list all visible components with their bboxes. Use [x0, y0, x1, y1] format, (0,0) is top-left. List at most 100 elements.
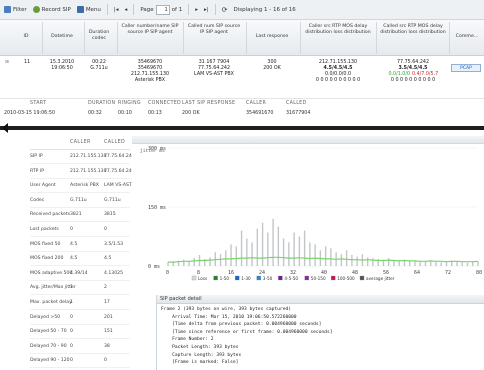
stats-row-caller: 212.71.155.130 — [70, 168, 107, 174]
packet-detail-line: Frame 2 (393 bytes on wire, 393 bytes ca… — [161, 307, 291, 312]
col-duration[interactable]: Duration codec — [86, 30, 112, 42]
filter-icon — [4, 6, 11, 13]
panel-splitter[interactable] — [0, 126, 484, 130]
summary-col-last-sip: LAST SIP RESPONSE — [182, 101, 236, 106]
stats-row: Max. packet delay 1 17 — [30, 296, 130, 310]
col-called-mos[interactable]: Called src RTP MOS delay distribution lo… — [380, 24, 446, 36]
chart-average-line — [168, 256, 479, 263]
table-row[interactable]: ⊞ 11 15.3.2010 19:06:50 00:22 G.711u 354… — [0, 57, 484, 99]
page-label: Page — [140, 6, 154, 13]
col-datetime[interactable]: Datetime — [46, 34, 78, 40]
stats-row: Delayed 70 - 90 0 38 — [30, 340, 130, 354]
packet-detail-line: Capture Length: 393 bytes — [161, 352, 242, 358]
stats-row: Avg. jitter/Max jitter 1 2 — [30, 281, 130, 296]
stats-row-label: Received packets — [30, 212, 71, 218]
stats-row-called: 3.5/1.53 — [104, 241, 124, 247]
packet-detail-line: [Time delta from previous packet: 0.0049… — [161, 322, 322, 328]
rtp-stats-header: CALLER CALLED — [30, 136, 130, 150]
stats-row-called: 77.75.64.242 — [104, 168, 135, 174]
stats-row-label: Delayed 70 - 90 — [30, 343, 67, 349]
record-sip-button[interactable]: Record SIP — [32, 6, 71, 13]
first-page-button[interactable]: |◂ — [114, 7, 119, 13]
summary-ringing: 00:10 — [118, 111, 132, 116]
stats-row-called: 4.5 — [104, 256, 112, 262]
stats-row-caller: 4.39/14 — [70, 270, 88, 276]
stats-row: Received packets 3821 3815 — [30, 208, 130, 223]
chart-legend-label: 1-50 — [220, 276, 230, 281]
stats-row: MOS fixed 50 4.5 3.5/1.53 — [30, 238, 130, 252]
stats-row: Codec G.711u G.711u — [30, 194, 130, 208]
chart-y-tick-label: 0 ms — [148, 264, 160, 270]
chart-x-tick-label: 72 — [445, 270, 451, 276]
chart-legend-label: Loss — [198, 276, 207, 281]
summary-connected: 00:13 — [148, 111, 162, 116]
col-last-response[interactable]: Last response — [250, 34, 294, 40]
stats-row-caller: 4.5 — [70, 256, 78, 262]
stats-row: Delayed 90 - 120 0 0 — [30, 354, 130, 369]
next-page-button[interactable]: ▸ — [195, 7, 198, 13]
chart-x-tick-label: 80 — [476, 270, 482, 276]
row-called-agent: LAM VS-AST PBX — [194, 72, 234, 77]
chart-legend-swatch — [278, 275, 283, 281]
stats-row-called: 201 — [104, 314, 113, 320]
page-input[interactable]: 1 — [155, 4, 170, 15]
packet-detail-line: Packet Length: 393 bytes — [161, 345, 239, 350]
col-id[interactable]: ID — [18, 34, 34, 40]
menu-button[interactable]: Menu — [76, 6, 101, 13]
row-codec: G.711u — [90, 66, 108, 71]
row-called-loss: 0 0 0 0 0 0 0 0 0 0 — [390, 78, 436, 83]
collapse-arrow-icon[interactable] — [2, 123, 8, 133]
rtp-stats-panel: CALLER CALLED SIP IP 212.71.155.130 77.75.… — [30, 136, 142, 370]
col-caller[interactable]: Caller number/name SIP source IP SIP age… — [120, 24, 180, 36]
stats-row-called: 17 — [104, 300, 110, 305]
row-time: 19:06:50 — [51, 66, 73, 71]
menu-label: Menu — [85, 6, 101, 13]
summary-duration: 00:32 — [88, 111, 102, 116]
stats-row-label: RTP IP — [30, 168, 45, 174]
filter-label: Filter — [13, 6, 27, 13]
chart-legend-label: average jitter — [366, 276, 395, 281]
stats-col-called: CALLED — [104, 140, 126, 145]
chart-legend-label: 100-500 — [337, 276, 355, 281]
toolbar-divider — [106, 4, 108, 15]
stats-row-label: Codec — [30, 197, 45, 203]
summary-col-start: START — [30, 101, 47, 106]
packet-detail-line: Frame Number: 2 — [161, 337, 214, 343]
prev-page-button[interactable]: ◂ — [125, 7, 128, 13]
stats-row-caller: 1 — [70, 300, 73, 305]
stats-row: Delayed >50 0 201 — [30, 311, 130, 325]
stats-row: MOS adaptive 500 4.39/14 4.13025 — [30, 267, 130, 281]
summary-start: 2010-03-15 19:06:50 — [4, 111, 55, 116]
last-page-button[interactable]: ▸| — [204, 7, 209, 13]
chart-legend-swatch — [235, 275, 240, 281]
col-comment[interactable]: Comme... — [451, 34, 483, 40]
chart-legend-swatch — [213, 275, 218, 281]
col-caller-mos[interactable]: Caller src RTP MOS delay distribution lo… — [304, 24, 372, 36]
chart-legend-swatch — [359, 275, 365, 281]
chart-legend-swatch — [256, 275, 261, 281]
row-expander-icon[interactable]: ⊞ — [5, 60, 9, 66]
refresh-button[interactable]: ⟳ — [222, 6, 228, 14]
packet-detail-line: [Time since reference or first frame: 0.… — [161, 329, 333, 335]
stats-row: RTP IP 212.71.155.130 77.75.64.242 — [30, 165, 135, 179]
stats-row-caller: 0 — [70, 343, 73, 349]
chart-legend-label: 50-150 — [311, 276, 326, 281]
stats-row-caller: 1 — [70, 285, 73, 291]
page-of: of 1 — [171, 6, 183, 13]
filter-button[interactable]: Filter — [4, 6, 27, 13]
stats-row-caller: Asterisk PBX — [70, 183, 99, 189]
sip-packet-detail: SIP packet detail Frame 2 (393 bytes on … — [156, 295, 484, 370]
packet-detail-line: Arrival Time: Mar 15, 2010 19:06:50.5722… — [161, 314, 297, 320]
packet-detail-line: [Frame is marked: False] — [161, 360, 239, 366]
stats-row: User Agent Asterisk PBX LAM VS-AST PBX — [30, 179, 142, 194]
stats-row-label: Delayed 50 - 70 — [30, 329, 67, 335]
stats-row-called: 0 — [104, 227, 107, 232]
stats-row-caller: 212.71.155.130 — [70, 154, 107, 159]
chart-legend-label: 4-5-50 — [284, 276, 298, 281]
stats-row-label: Avg. jitter/Max jitter — [30, 285, 76, 291]
col-called[interactable]: Called num SIP source IP SIP agent — [186, 24, 242, 36]
pcap-download-button[interactable]: PCAP — [451, 64, 481, 72]
chart-legend-swatch — [304, 275, 309, 281]
stats-row: Lost packets 0 0 — [30, 223, 130, 237]
summary-col-ringing: RINGING — [118, 101, 141, 106]
